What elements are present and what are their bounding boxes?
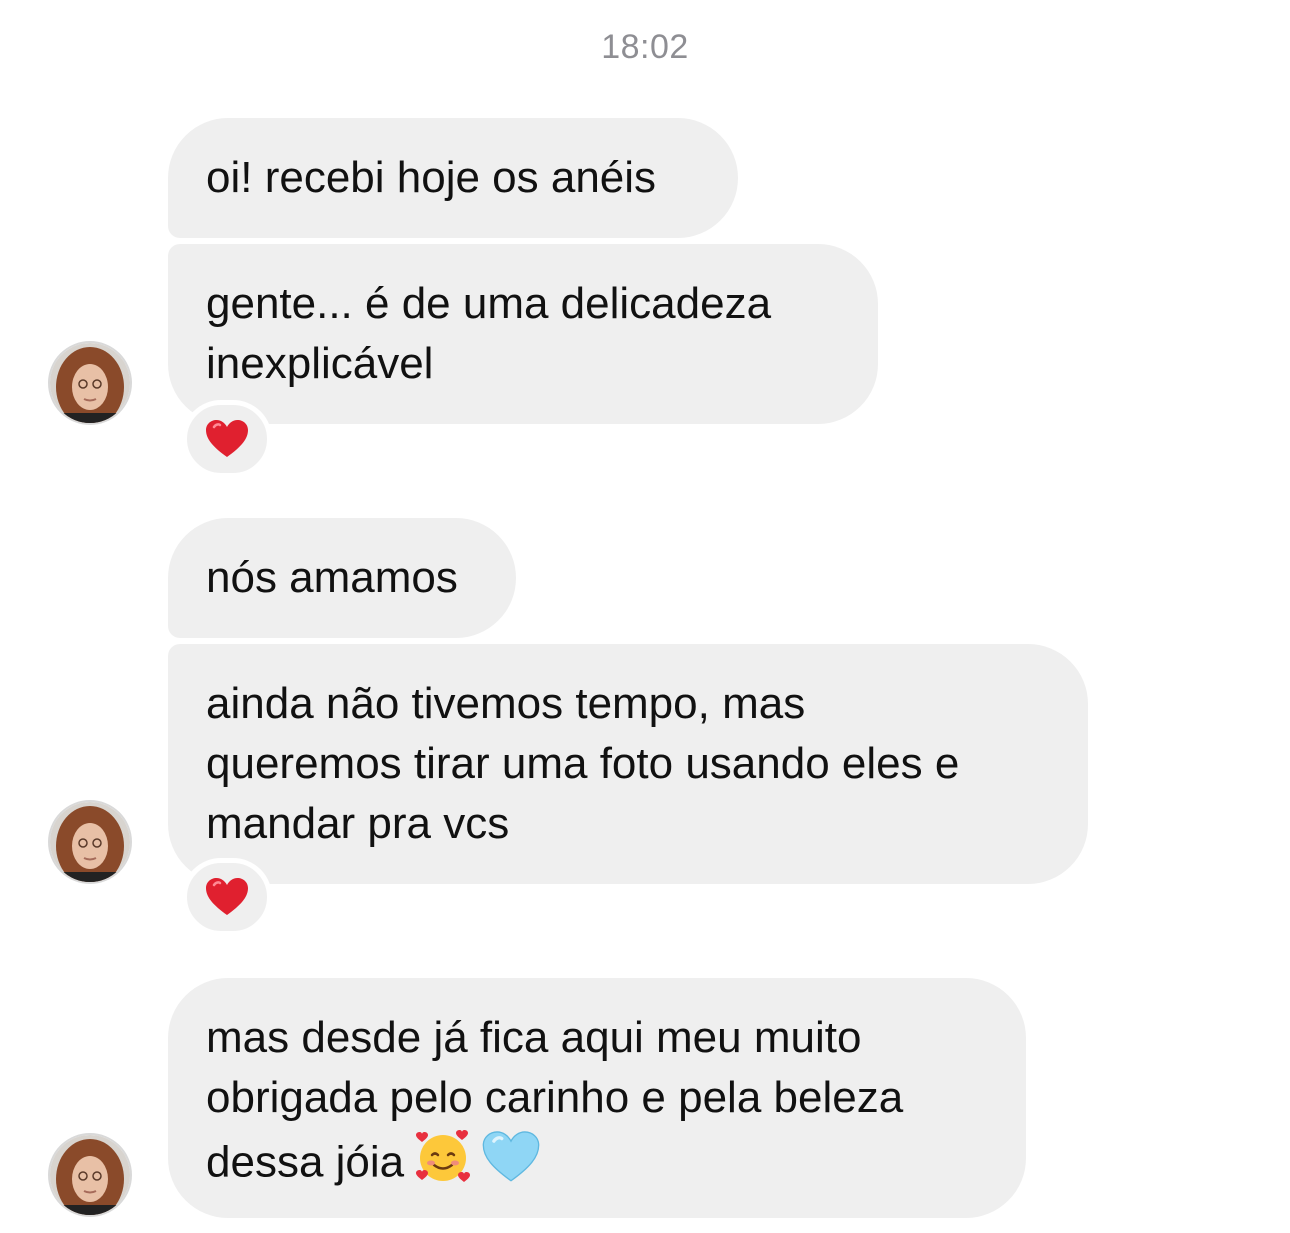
smiling-face-with-hearts-icon (414, 1128, 472, 1202)
message-text-line: mandar pra vcs (206, 799, 510, 848)
message-bubble[interactable]: oi! recebi hoje os anéis (168, 118, 738, 238)
message-text-line: ainda não tivemos tempo, mas (206, 679, 806, 728)
message-text-line: obrigada pelo carinho e pela beleza (206, 1073, 904, 1122)
message-bubble[interactable]: gente... é de uma delicadeza inexplicáve… (168, 244, 878, 424)
avatar[interactable] (48, 800, 132, 884)
message-text-line: queremos tirar uma foto usando eles e (206, 739, 960, 788)
message-text: nós amamos (206, 553, 458, 602)
message-bubble[interactable]: nós amamos (168, 518, 516, 638)
message-text-line: dessa jóia (206, 1128, 988, 1202)
message-bubble[interactable]: ainda não tivemos tempo, mas queremos ti… (168, 644, 1088, 884)
red-heart-icon (206, 878, 248, 915)
message-text: oi! recebi hoje os anéis (206, 153, 657, 202)
message-text-line: gente... é de uma delicadeza (206, 279, 772, 328)
message-bubble[interactable]: mas desde já fica aqui meu muito obrigad… (168, 978, 1026, 1218)
reaction-badge[interactable] (182, 858, 272, 936)
avatar[interactable] (48, 341, 132, 425)
message-text-line: mas desde já fica aqui meu muito (206, 1013, 862, 1062)
timestamp: 18:02 (601, 28, 689, 66)
message-text-segment: dessa jóia (206, 1137, 405, 1187)
red-heart-icon (206, 420, 248, 457)
avatar[interactable] (48, 1133, 132, 1217)
message-text-line: inexplicável (206, 339, 434, 388)
reaction-badge[interactable] (182, 400, 272, 478)
light-blue-heart-icon (482, 1130, 540, 1200)
